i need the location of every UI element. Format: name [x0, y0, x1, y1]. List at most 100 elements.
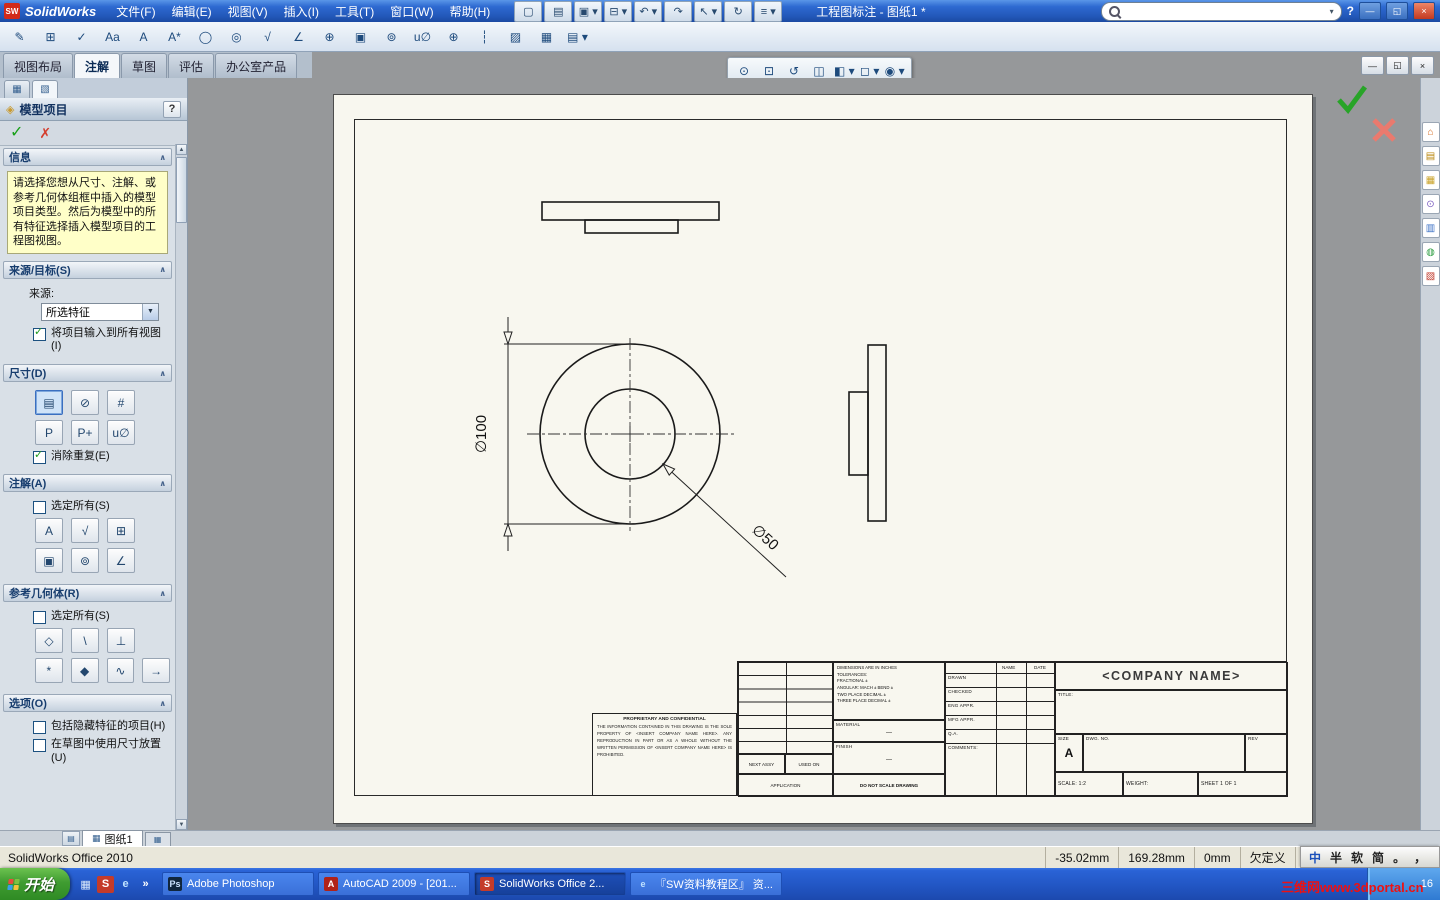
hole-callout-icon[interactable]: u∅ — [407, 24, 438, 49]
dropdown-arrow-icon[interactable] — [142, 303, 158, 320]
pm-surface-finish-icon[interactable]: √ — [71, 518, 99, 544]
panel-help-button[interactable]: ? — [163, 100, 181, 118]
tab-sketch[interactable]: 草图 — [121, 53, 168, 78]
pm-dims-instance-count-icon[interactable]: # — [107, 390, 135, 416]
view-palette-icon[interactable]: ▥ — [1421, 218, 1440, 238]
redo-icon[interactable]: ↷ — [664, 0, 693, 22]
minimize-button[interactable]: — — [1359, 2, 1381, 20]
search-box[interactable]: ▾ — [1100, 1, 1342, 21]
ime-button[interactable]: 中 — [1309, 849, 1321, 866]
tab-evaluate[interactable]: 评估 — [168, 53, 215, 78]
task-solidworks[interactable]: S SolidWorks Office 2... — [474, 872, 627, 896]
section-header-annotations[interactable]: 注解(A) — [3, 474, 172, 493]
drawing-sheet[interactable]: ∅100 ∅50 PROPRIETARY AND CONFIDENTIAL TH… — [333, 94, 1313, 824]
linked-note-icon[interactable]: A* — [159, 24, 190, 49]
section-header-options[interactable]: 选项(O) — [3, 694, 172, 713]
menu-item[interactable]: 工具(T) — [327, 1, 382, 22]
source-dropdown[interactable]: 所选特征 — [41, 302, 159, 321]
pm-gtol-icon[interactable]: ⊞ — [107, 518, 135, 544]
import-into-all-views-checkbox[interactable]: 将项目输入到所有视图(I) — [33, 326, 168, 355]
refgeo-select-all-checkbox[interactable]: 选定所有(S) — [33, 610, 168, 625]
pm-dims-not-marked-icon[interactable]: ⊘ — [71, 390, 99, 416]
dimension-diameter-100[interactable]: ∅100 — [473, 415, 490, 453]
ime-button[interactable]: 软 — [1351, 849, 1363, 866]
panel-scrollbar[interactable]: ▲ ▼ — [175, 144, 187, 830]
menu-item[interactable]: 帮助(H) — [442, 1, 499, 22]
file-explorer-icon[interactable]: ▦ — [1421, 170, 1440, 190]
ime-button[interactable]: 半 — [1330, 849, 1342, 866]
rebuild-icon[interactable]: ↻ — [724, 0, 753, 22]
section-header-dimensions[interactable]: 尺寸(D) — [3, 364, 172, 383]
section-header-message[interactable]: 信息 — [3, 148, 172, 166]
pm-datum-icon[interactable]: ▣ — [35, 548, 63, 574]
scroll-down-icon[interactable]: ▼ — [176, 819, 187, 830]
propertymanager-tab[interactable]: ▧ — [32, 80, 58, 98]
new-document-icon[interactable]: ▢ — [514, 0, 543, 22]
start-button[interactable]: 开始 — [0, 868, 71, 900]
section-header-reference-geometry[interactable]: 参考几何体(R) — [3, 584, 172, 603]
pm-plane-icon[interactable]: ◇ — [35, 628, 63, 654]
child-minimize-button[interactable]: — — [1361, 56, 1384, 75]
options-icon[interactable]: ≡ ▾ — [754, 0, 783, 22]
tables-icon[interactable]: ▤ ▾ — [562, 24, 593, 49]
geometric-tolerance-icon[interactable]: ⊕ — [314, 24, 345, 49]
smart-dimension-icon[interactable]: ✎ — [4, 24, 35, 49]
model-items-icon[interactable]: ⊞ — [35, 24, 66, 49]
scroll-up-icon[interactable]: ▲ — [176, 144, 187, 155]
pm-note-icon[interactable]: A — [35, 518, 63, 544]
print-icon[interactable]: ⊟ ▾ — [604, 0, 633, 22]
pm-axis-icon[interactable]: \ — [71, 628, 99, 654]
menu-item[interactable]: 窗口(W) — [382, 1, 441, 22]
section-header-source[interactable]: 来源/目标(S) — [3, 260, 172, 279]
balloon-icon[interactable]: ◯ — [190, 24, 221, 49]
menu-item[interactable]: 视图(V) — [220, 1, 276, 22]
center-mark-icon[interactable]: ⊕ — [438, 24, 469, 49]
pm-hole-wizard-profiles-icon[interactable]: P+ — [71, 420, 99, 446]
close-button[interactable]: × — [1413, 2, 1435, 20]
format-painter-icon[interactable]: Aa — [97, 24, 128, 49]
centerline-icon[interactable]: ┆ — [469, 24, 500, 49]
appearances-icon[interactable]: ◍ — [1421, 242, 1440, 262]
child-close-button[interactable]: × — [1411, 56, 1434, 75]
task-ie[interactable]: e 『SW资料教程区』 资... — [630, 872, 783, 896]
solidworks-resources-icon[interactable]: ⌂ — [1421, 122, 1440, 142]
cancel-button[interactable]: ✗ — [39, 126, 51, 140]
pm-split-line-icon[interactable]: ∿ — [106, 658, 135, 684]
pm-dims-marked-icon[interactable]: ▤ — [35, 390, 63, 416]
search-input[interactable] — [1124, 3, 1325, 19]
search-icon[interactable]: ⊙ — [1421, 194, 1440, 214]
include-hidden-features-checkbox[interactable]: 包括隐藏特征的项目(H) — [33, 720, 168, 735]
note-icon[interactable]: A — [128, 24, 159, 49]
pm-route-point-icon[interactable]: → — [142, 658, 170, 684]
help-icon[interactable]: ? — [1347, 4, 1354, 18]
pm-hole-wizard-locations-icon[interactable]: P — [35, 420, 63, 446]
undo-icon[interactable]: ↶ ▾ — [634, 0, 663, 22]
spell-checker-icon[interactable]: ✓ — [66, 24, 97, 49]
child-restore-button[interactable]: ◱ — [1386, 56, 1409, 75]
graphics-area[interactable]: ∅100 ∅50 PROPRIETARY AND CONFIDENTIAL TH… — [188, 78, 1420, 830]
datum-target-icon[interactable]: ⊚ — [376, 24, 407, 49]
pm-surface-icon[interactable]: ◆ — [70, 658, 99, 684]
tab-annotation[interactable]: 注解 — [74, 53, 121, 78]
confirm-ok-icon[interactable] — [1336, 84, 1368, 114]
ime-button[interactable]: 。 — [1393, 849, 1405, 866]
open-icon[interactable]: ▤ — [544, 0, 573, 22]
sheet-tab[interactable]: ▦ 图纸1 — [82, 830, 143, 846]
eliminate-duplicates-checkbox[interactable]: 消除重复(E) — [33, 449, 168, 465]
save-icon[interactable]: ▣ ▾ — [574, 0, 603, 22]
pm-origin-icon[interactable]: ⊥ — [107, 628, 135, 654]
dimension-diameter-50[interactable]: ∅50 — [748, 521, 781, 554]
restore-button[interactable]: ◱ — [1386, 2, 1408, 20]
quicklaunch-solidworks-icon[interactable]: S — [97, 875, 115, 893]
annotations-select-all-checkbox[interactable]: 选定所有(S) — [33, 500, 168, 515]
datum-feature-icon[interactable]: ▣ — [345, 24, 376, 49]
featuremanager-tab[interactable]: ▦ — [4, 80, 30, 98]
quicklaunch-ie-icon[interactable]: e — [117, 876, 134, 893]
task-autocad[interactable]: A AutoCAD 2009 - [201... — [318, 872, 471, 896]
blocks-icon[interactable]: ▦ — [531, 24, 562, 49]
task-photoshop[interactable]: Ps Adobe Photoshop — [162, 872, 315, 896]
quicklaunch-desktop-icon[interactable]: ▦ — [77, 876, 94, 893]
select-icon[interactable]: ↖ ▾ — [694, 0, 723, 22]
menu-item[interactable]: 插入(I) — [276, 1, 327, 22]
pm-weld-icon[interactable]: ∠ — [107, 548, 135, 574]
